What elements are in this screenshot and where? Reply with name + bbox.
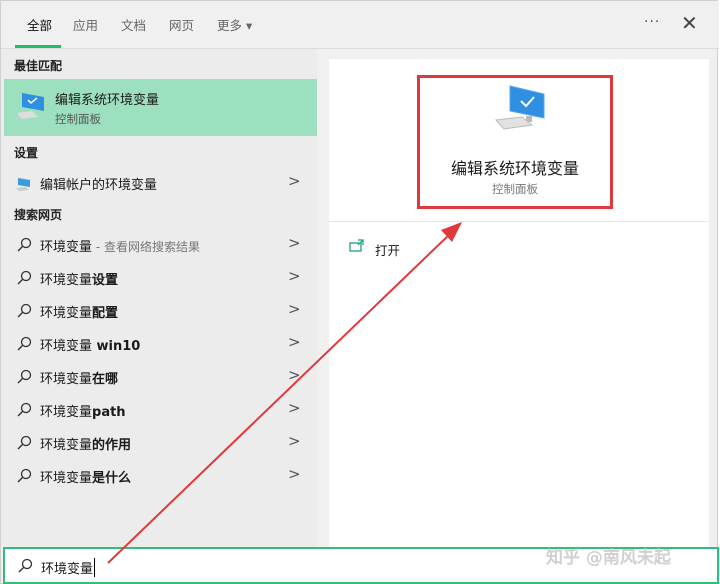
chevron-right-icon[interactable]: > [288,333,301,351]
web-search-item[interactable]: 环境变量设置 > [1,263,317,293]
active-tab-indicator [15,45,61,48]
tab-apps[interactable]: 应用 [73,15,98,34]
query-text: 环境变量 [40,372,93,387]
open-label: 打开 [375,243,401,258]
tab-more[interactable]: 更多 ▾ [217,15,252,34]
search-icon [17,303,32,318]
web-search-label: 环境变量path [40,401,126,420]
query-text: 环境变量 [40,273,93,288]
query-text: 环境变量 [40,240,93,255]
computer-icon [494,85,545,130]
search-icon [17,369,32,384]
chevron-right-icon[interactable]: > [288,465,301,483]
preview-card[interactable]: 编辑系统环境变量 控制面板 [417,75,613,209]
tab-documents[interactable]: 文档 [121,15,146,34]
web-search-item[interactable]: 环境变量 - 查看网络搜索结果 > [1,230,317,260]
more-options-icon[interactable]: ··· [644,14,660,30]
web-search-label: 环境变量的作用 [40,434,131,453]
suggestion-text: 在哪 [92,372,119,387]
chevron-right-icon[interactable]: > [288,172,301,190]
suggestion-text: path [92,405,126,420]
search-icon [17,336,32,351]
open-icon [349,239,364,252]
settings-item[interactable]: 编辑帐户的环境变量 > [1,168,317,198]
search-icon [18,558,33,573]
web-search-item[interactable]: 环境变量的作用 > [1,428,317,458]
tab-all[interactable]: 全部 [27,15,52,34]
close-icon[interactable]: ✕ [681,11,698,35]
search-icon [17,435,32,450]
query-text: 环境变量 [40,405,93,420]
web-search-item[interactable]: 环境变量path > [1,395,317,425]
tab-web[interactable]: 网页 [169,15,194,34]
suggestion-text: win10 [92,339,141,354]
search-icon [17,237,32,252]
web-search-item[interactable]: 环境变量 win10 > [1,329,317,359]
chevron-right-icon[interactable]: > [288,234,301,252]
preview-subtitle: 控制面板 [492,182,538,196]
chevron-right-icon[interactable]: > [288,432,301,450]
open-action[interactable]: 打开 [349,239,400,258]
suggestion-text: 是什么 [92,471,132,486]
suggestion-text: 配置 [92,306,119,321]
query-text: 环境变量 [40,339,93,354]
web-search-label: 环境变量是什么 [40,467,131,486]
computer-icon [17,93,44,119]
web-search-header: 搜索网页 [14,208,63,222]
web-search-item[interactable]: 环境变量在哪 > [1,362,317,392]
divider [329,221,709,222]
settings-item-label: 编辑帐户的环境变量 [40,178,158,193]
chevron-right-icon[interactable]: > [288,300,301,318]
search-window: 全部 应用 文档 网页 更多 ▾ ··· ✕ 最佳匹配 编辑系统环境变量 控制面… [0,0,719,584]
search-icon [17,270,32,285]
query-text: 环境变量 [40,438,93,453]
chevron-right-icon[interactable]: > [288,399,301,417]
search-input-value: 环境变量 [41,558,96,577]
chevron-right-icon[interactable]: > [288,366,301,384]
web-search-item[interactable]: 环境变量是什么 > [1,461,317,491]
preview-title: 编辑系统环境变量 [450,159,579,178]
web-search-label: 环境变量 win10 [40,335,140,354]
suggestion-text: 设置 [92,273,119,288]
computer-icon [16,178,30,191]
web-search-label: 环境变量在哪 [40,368,118,387]
web-search-label: 环境变量设置 [40,269,118,288]
suggestion-subtext: - 查看网络搜索结果 [92,240,200,254]
best-match-title: 编辑系统环境变量 [55,93,160,108]
query-text: 环境变量 [40,471,93,486]
web-search-item[interactable]: 环境变量配置 > [1,296,317,326]
settings-header: 设置 [14,146,39,160]
watermark: 知乎 @南风未起 [546,548,671,568]
suggestion-text: 的作用 [92,438,132,453]
search-icon [17,402,32,417]
tab-bar: 全部 应用 文档 网页 更多 ▾ ··· ✕ [1,1,719,49]
web-search-label: 环境变量 - 查看网络搜索结果 [40,236,200,255]
query-text: 环境变量 [40,306,93,321]
chevron-right-icon[interactable]: > [288,267,301,285]
best-match-header: 最佳匹配 [14,59,63,73]
search-icon [17,468,32,483]
best-match-item[interactable]: 编辑系统环境变量 控制面板 [4,79,317,136]
web-search-label: 环境变量配置 [40,302,118,321]
best-match-subtitle: 控制面板 [55,112,101,126]
